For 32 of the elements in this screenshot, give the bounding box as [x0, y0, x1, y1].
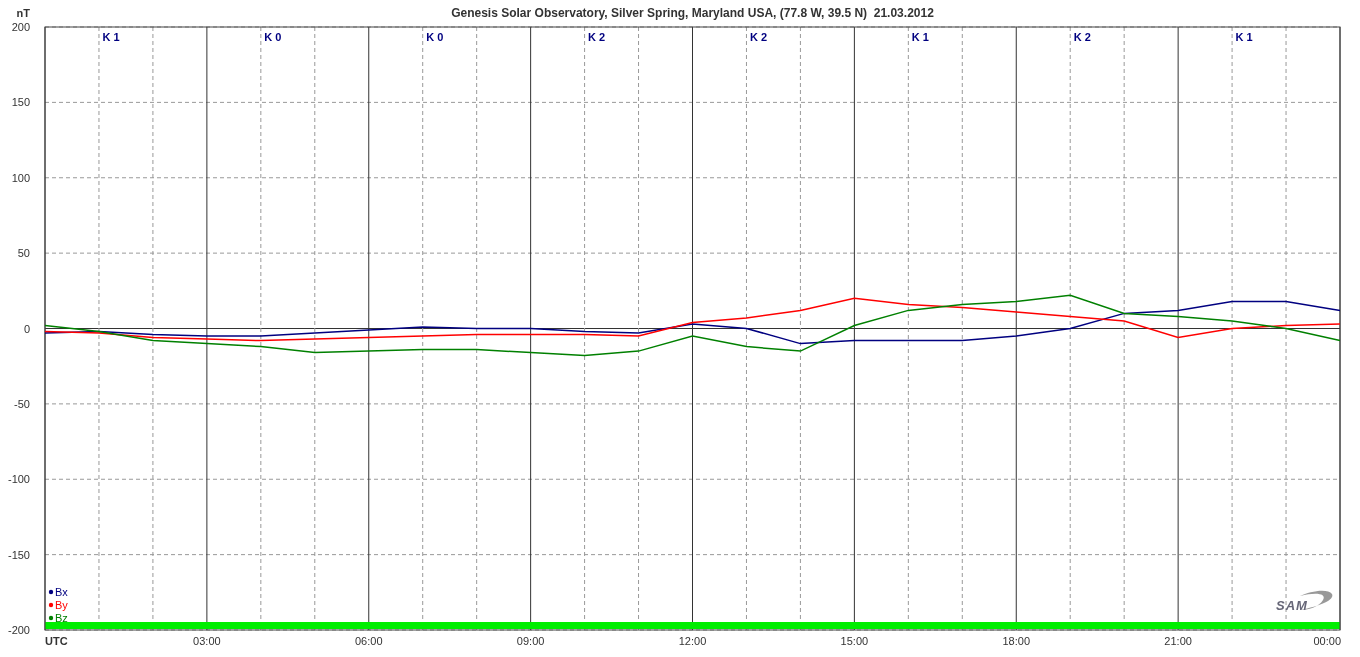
chart-title: Genesis Solar Observatory, Silver Spring, Maryland USA, (77.8 W, 39.5 N) 21.03.2012: [451, 6, 934, 20]
y-tick-label: 100: [11, 171, 30, 184]
k-index-label: K 1: [1235, 31, 1253, 43]
y-tick-label: 50: [17, 247, 30, 260]
k-index-label: K 2: [588, 31, 606, 43]
y-tick-label: -100: [7, 473, 30, 486]
y-tick-label: 150: [11, 96, 30, 109]
x-tick-label: UTC: [45, 635, 68, 647]
x-tick-label: 00:00: [1313, 635, 1341, 647]
y-tick-label: 0: [23, 322, 30, 335]
y-tick-label: -200: [7, 624, 30, 636]
k-index-label: K 1: [911, 31, 929, 43]
x-tick-label: 18:00: [1002, 635, 1030, 647]
legend-label: By: [55, 599, 68, 611]
y-tick-label: 200: [11, 21, 30, 33]
legend-label: Bx: [55, 586, 68, 598]
y-tick-label: -150: [7, 548, 30, 561]
x-tick-label: 06:00: [355, 635, 383, 647]
k-index-label: K 0: [426, 31, 444, 43]
logo-drawing: SAM: [1276, 590, 1333, 613]
k-index-label: K 0: [264, 31, 282, 43]
legend-label: Bz: [55, 612, 68, 624]
y-axis-unit: nT: [16, 7, 30, 19]
x-tick-label: 15:00: [840, 635, 869, 647]
x-tick-label: 21:00: [1164, 635, 1192, 647]
k-index-label: K 2: [749, 31, 767, 43]
x-tick-label: 03:00: [193, 635, 221, 647]
k-index-label: K 1: [102, 31, 120, 43]
y-tick-label: -50: [14, 397, 30, 410]
k-index-label: K 2: [1073, 31, 1091, 43]
x-tick-label: 09:00: [516, 635, 545, 647]
x-tick-label: 12:00: [678, 635, 707, 647]
